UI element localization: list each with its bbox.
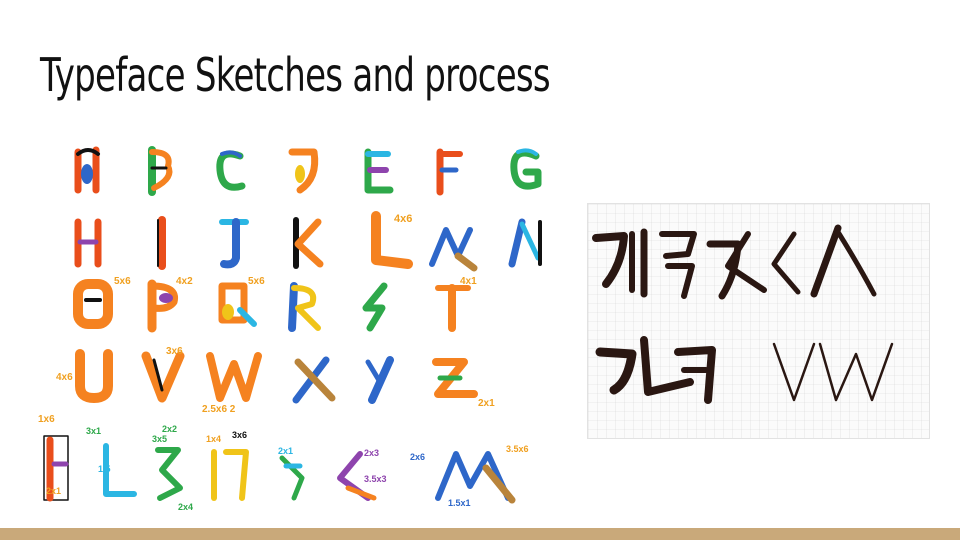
- sketch-letter-a: [74, 146, 100, 194]
- sketch-letter-b: [148, 146, 173, 196]
- slide-title: Typeface Sketches and process: [40, 48, 551, 102]
- sketch-letter-r: [288, 282, 321, 332]
- brush-glyph-grid-icon: [588, 204, 929, 438]
- sketch-letter-f: [436, 148, 463, 196]
- sketch-letter-l: 4x6: [371, 211, 413, 269]
- sketch-letter-z: 2x1: [432, 358, 495, 409]
- sketch-strokes: 1x6 2x1 3x1 1.5 3x5 2x4 2x2 1x4 3x6 2x1 …: [38, 414, 529, 510]
- svg-text:2x1: 2x1: [46, 486, 61, 496]
- sketch-letter-o: 5x6: [73, 276, 131, 329]
- sketch-letter-t: 4x1: [435, 276, 477, 332]
- letter-sketch-sheet: 4x6 5x6 4x2 5x6 4x1 4x6 3x6 2.5x6 2 2x1 …: [38, 146, 542, 510]
- sketch-letter-u: 4x6: [56, 349, 113, 403]
- svg-text:2x6: 2x6: [410, 452, 425, 462]
- svg-text:4x2: 4x2: [176, 276, 193, 287]
- svg-text:5x6: 5x6: [248, 276, 265, 287]
- sketch-letter-e: [364, 148, 394, 194]
- sketch-letter-q: 5x6: [218, 276, 265, 327]
- sketch-letter-x: [292, 356, 336, 404]
- svg-text:2x1: 2x1: [478, 398, 495, 409]
- sketch-letter-c: [216, 150, 246, 191]
- svg-text:3x6: 3x6: [232, 430, 247, 440]
- svg-text:2.5x6 2: 2.5x6 2: [202, 404, 236, 415]
- svg-text:1.5: 1.5: [98, 464, 111, 474]
- svg-text:1.5x1: 1.5x1: [448, 498, 471, 508]
- svg-text:4x6: 4x6: [394, 213, 412, 225]
- sketch-letter-n: [508, 218, 542, 268]
- sketch-letter-p: 4x2: [147, 276, 193, 333]
- svg-text:4x6: 4x6: [56, 372, 73, 383]
- sketch-letter-d: [288, 148, 319, 194]
- svg-text:5x6: 5x6: [114, 276, 131, 287]
- sketch-letter-w: 2.5x6 2: [202, 352, 262, 415]
- svg-text:3x6: 3x6: [166, 346, 183, 357]
- svg-text:3x1: 3x1: [86, 426, 101, 436]
- sketch-letter-j: [219, 218, 249, 269]
- sketch-letter-k: [293, 217, 324, 269]
- svg-text:3.5x6: 3.5x6: [506, 444, 529, 454]
- svg-text:3.5x3: 3.5x3: [364, 474, 387, 484]
- glyph-grid-panel: [587, 203, 930, 439]
- svg-text:3x5: 3x5: [152, 434, 167, 444]
- svg-text:1x4: 1x4: [206, 434, 221, 444]
- svg-text:2x2: 2x2: [162, 424, 177, 434]
- sketch-letter-h: [74, 218, 102, 268]
- sketch-letter-s: [362, 282, 388, 332]
- svg-text:2x4: 2x4: [178, 502, 193, 510]
- sketch-letter-y: [365, 356, 394, 404]
- svg-text:4x1: 4x1: [460, 276, 477, 287]
- svg-text:1x6: 1x6: [38, 414, 55, 425]
- footer-accent-bar: [0, 528, 960, 540]
- svg-text:2x3: 2x3: [364, 448, 379, 458]
- svg-text:2x1: 2x1: [278, 446, 293, 456]
- sketch-letter-g: [510, 148, 542, 190]
- sketch-letter-m: [429, 227, 478, 272]
- sketch-letter-i: [157, 216, 166, 270]
- sketch-letter-v: 3x6: [141, 346, 185, 403]
